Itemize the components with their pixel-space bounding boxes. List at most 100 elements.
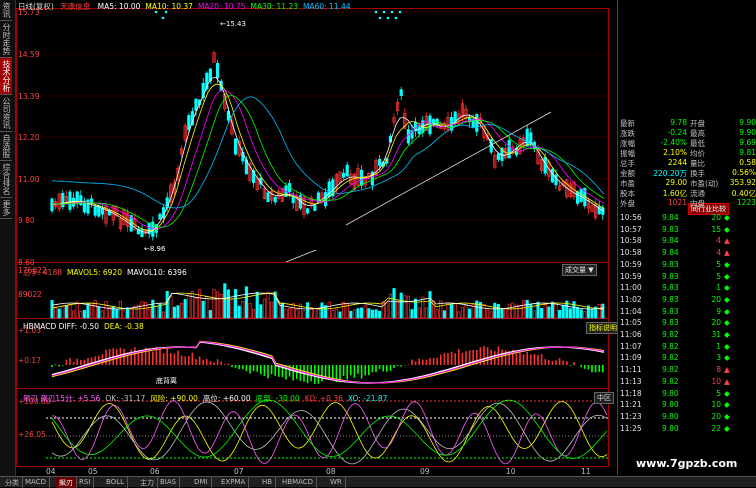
volume-bar xyxy=(504,308,508,319)
volume-bar xyxy=(435,309,439,319)
candle-body xyxy=(305,208,310,214)
volume-bar xyxy=(403,295,407,319)
legend-item: 总手: 4188 xyxy=(23,268,62,277)
volume-bar xyxy=(468,308,472,319)
down-diamond-icon: ◆ xyxy=(724,259,730,269)
volume-bar xyxy=(79,311,83,319)
up-arrow-icon: ▲ xyxy=(724,236,730,246)
tick-row: 11:06 9.82 31 ◆ xyxy=(618,330,756,341)
candle-body xyxy=(266,192,270,203)
indicator-tab[interactable]: 分类 xyxy=(2,477,23,488)
tick-time: 11:00 xyxy=(620,283,642,293)
low-price-marker: ←8.96 xyxy=(144,245,166,253)
sidebar-tab[interactable]: 技术分析 xyxy=(0,58,12,95)
volume-bar xyxy=(133,305,137,319)
indicator-tab[interactable]: BIAS xyxy=(157,477,181,488)
volume-indicator-label: 成交量 xyxy=(565,266,586,274)
sidebar-tab[interactable]: 公司资讯 xyxy=(0,95,12,132)
volume-indicator-button[interactable]: 成交量 ▼ xyxy=(562,264,597,276)
sidebar-tab[interactable]: 自选股 xyxy=(0,132,12,161)
indicator-tab[interactable]: EXPMA xyxy=(218,477,250,488)
volume-bar xyxy=(115,308,119,319)
signal-dot xyxy=(382,10,386,14)
volume-bar xyxy=(50,300,54,319)
volume-bar xyxy=(158,303,162,319)
down-diamond-icon: ◆ xyxy=(724,294,730,304)
volume-bar xyxy=(126,307,130,319)
indicator-tab[interactable]: MACD xyxy=(22,477,50,488)
indicator-tab[interactable]: 主力 xyxy=(137,477,158,488)
date-tick-label: 07 xyxy=(234,467,244,475)
indicator-tab[interactable]: BOLL xyxy=(103,477,128,488)
indicator-tab[interactable]: WR xyxy=(327,477,346,488)
quote-row: 总手 2244 量比 0.58 xyxy=(618,158,756,168)
candle-body xyxy=(576,191,580,204)
volume-bar xyxy=(140,301,144,319)
tick-time: 11:06 xyxy=(620,330,642,339)
indicator-tab[interactable]: HBMACD xyxy=(279,477,318,488)
volume-bar xyxy=(543,304,547,319)
volume-bar xyxy=(360,307,364,319)
volume-bar xyxy=(183,299,187,319)
kline-chart-area[interactable]: 15.73 14.59 13.39 12.20 11.00 9.80 8.60 176022 8… xyxy=(16,0,620,475)
zone-button[interactable]: 中区 xyxy=(594,392,614,404)
sidebar-tab[interactable]: 更多 xyxy=(0,198,12,219)
candle-body xyxy=(345,164,349,177)
tick-volume: 20 xyxy=(711,411,721,421)
volume-bar xyxy=(489,311,493,319)
trend-line xyxy=(345,111,552,226)
tick-row: 11:07 9.82 1 ◆ xyxy=(618,342,756,353)
candle-body xyxy=(50,198,54,212)
sidebar-tab[interactable]: 分时走势 xyxy=(0,21,12,58)
volume-tick-label: 89022 xyxy=(18,290,42,299)
quote-value: 9.69 xyxy=(739,138,756,147)
moving-average-line xyxy=(51,76,605,233)
volume-bar xyxy=(493,302,497,319)
down-diamond-icon: ◆ xyxy=(724,318,730,328)
tick-volume: 20 xyxy=(711,294,721,304)
tick-price: 9.83 xyxy=(662,259,679,269)
volume-bar xyxy=(234,289,238,319)
sidebar-tab[interactable]: 综合排名 xyxy=(0,161,12,198)
volume-bar xyxy=(198,289,202,319)
volume-bar xyxy=(334,308,338,319)
divergence-annotation: 底背离 xyxy=(156,376,177,385)
tick-row: 11:13 9.82 10 ▲ xyxy=(618,377,756,388)
volume-bar xyxy=(428,291,432,319)
tick-row: 10:59 9.83 5 ◆ xyxy=(618,272,756,283)
tick-price: 9.83 xyxy=(662,294,679,304)
indicator-tabs: 分类 MACD 飙刃 RSI BOLL 主力 BIAS DMI EXPMA HB HBMACD WR xyxy=(0,476,756,488)
indicator-tab[interactable]: DMI xyxy=(191,477,212,488)
down-diamond-icon: ◆ xyxy=(724,213,730,222)
volume-bar xyxy=(352,309,356,319)
indicator-help-button[interactable]: 指标说明 xyxy=(586,322,620,334)
volume-bar xyxy=(295,308,299,319)
moving-average-line xyxy=(52,83,605,232)
tick-time: 11:05 xyxy=(620,318,642,328)
volume-bar xyxy=(154,306,158,319)
volume-bar xyxy=(540,308,544,319)
volume-bar xyxy=(378,310,382,319)
tick-price: 9.84 xyxy=(662,213,679,222)
volume-bar xyxy=(396,300,400,319)
volume-bar xyxy=(338,311,342,319)
trend-line xyxy=(285,249,317,263)
tick-row: 11:11 9.82 8 ▲ xyxy=(618,365,756,376)
indicator-tab[interactable]: 飙刃 xyxy=(56,477,77,488)
down-diamond-icon: ◆ xyxy=(724,330,730,339)
quote-value: 2244 xyxy=(667,158,687,167)
candle-body xyxy=(140,228,144,238)
sidebar-tab[interactable]: 资讯 xyxy=(0,0,12,21)
oscillator-line xyxy=(51,399,608,459)
tick-time: 10:58 xyxy=(620,248,642,258)
volume-bar xyxy=(496,303,500,319)
volume-bar xyxy=(367,308,371,319)
tick-row: 11:23 9.80 20 ◆ xyxy=(618,412,756,423)
volume-bar xyxy=(291,303,295,319)
indicator-tab[interactable]: HB xyxy=(259,477,277,488)
volume-bar xyxy=(104,301,108,319)
indicator-tab[interactable]: RSI xyxy=(76,477,95,488)
volume-bar xyxy=(536,301,540,319)
quote-value: 1223 xyxy=(736,198,756,207)
volume-bar xyxy=(252,309,256,319)
